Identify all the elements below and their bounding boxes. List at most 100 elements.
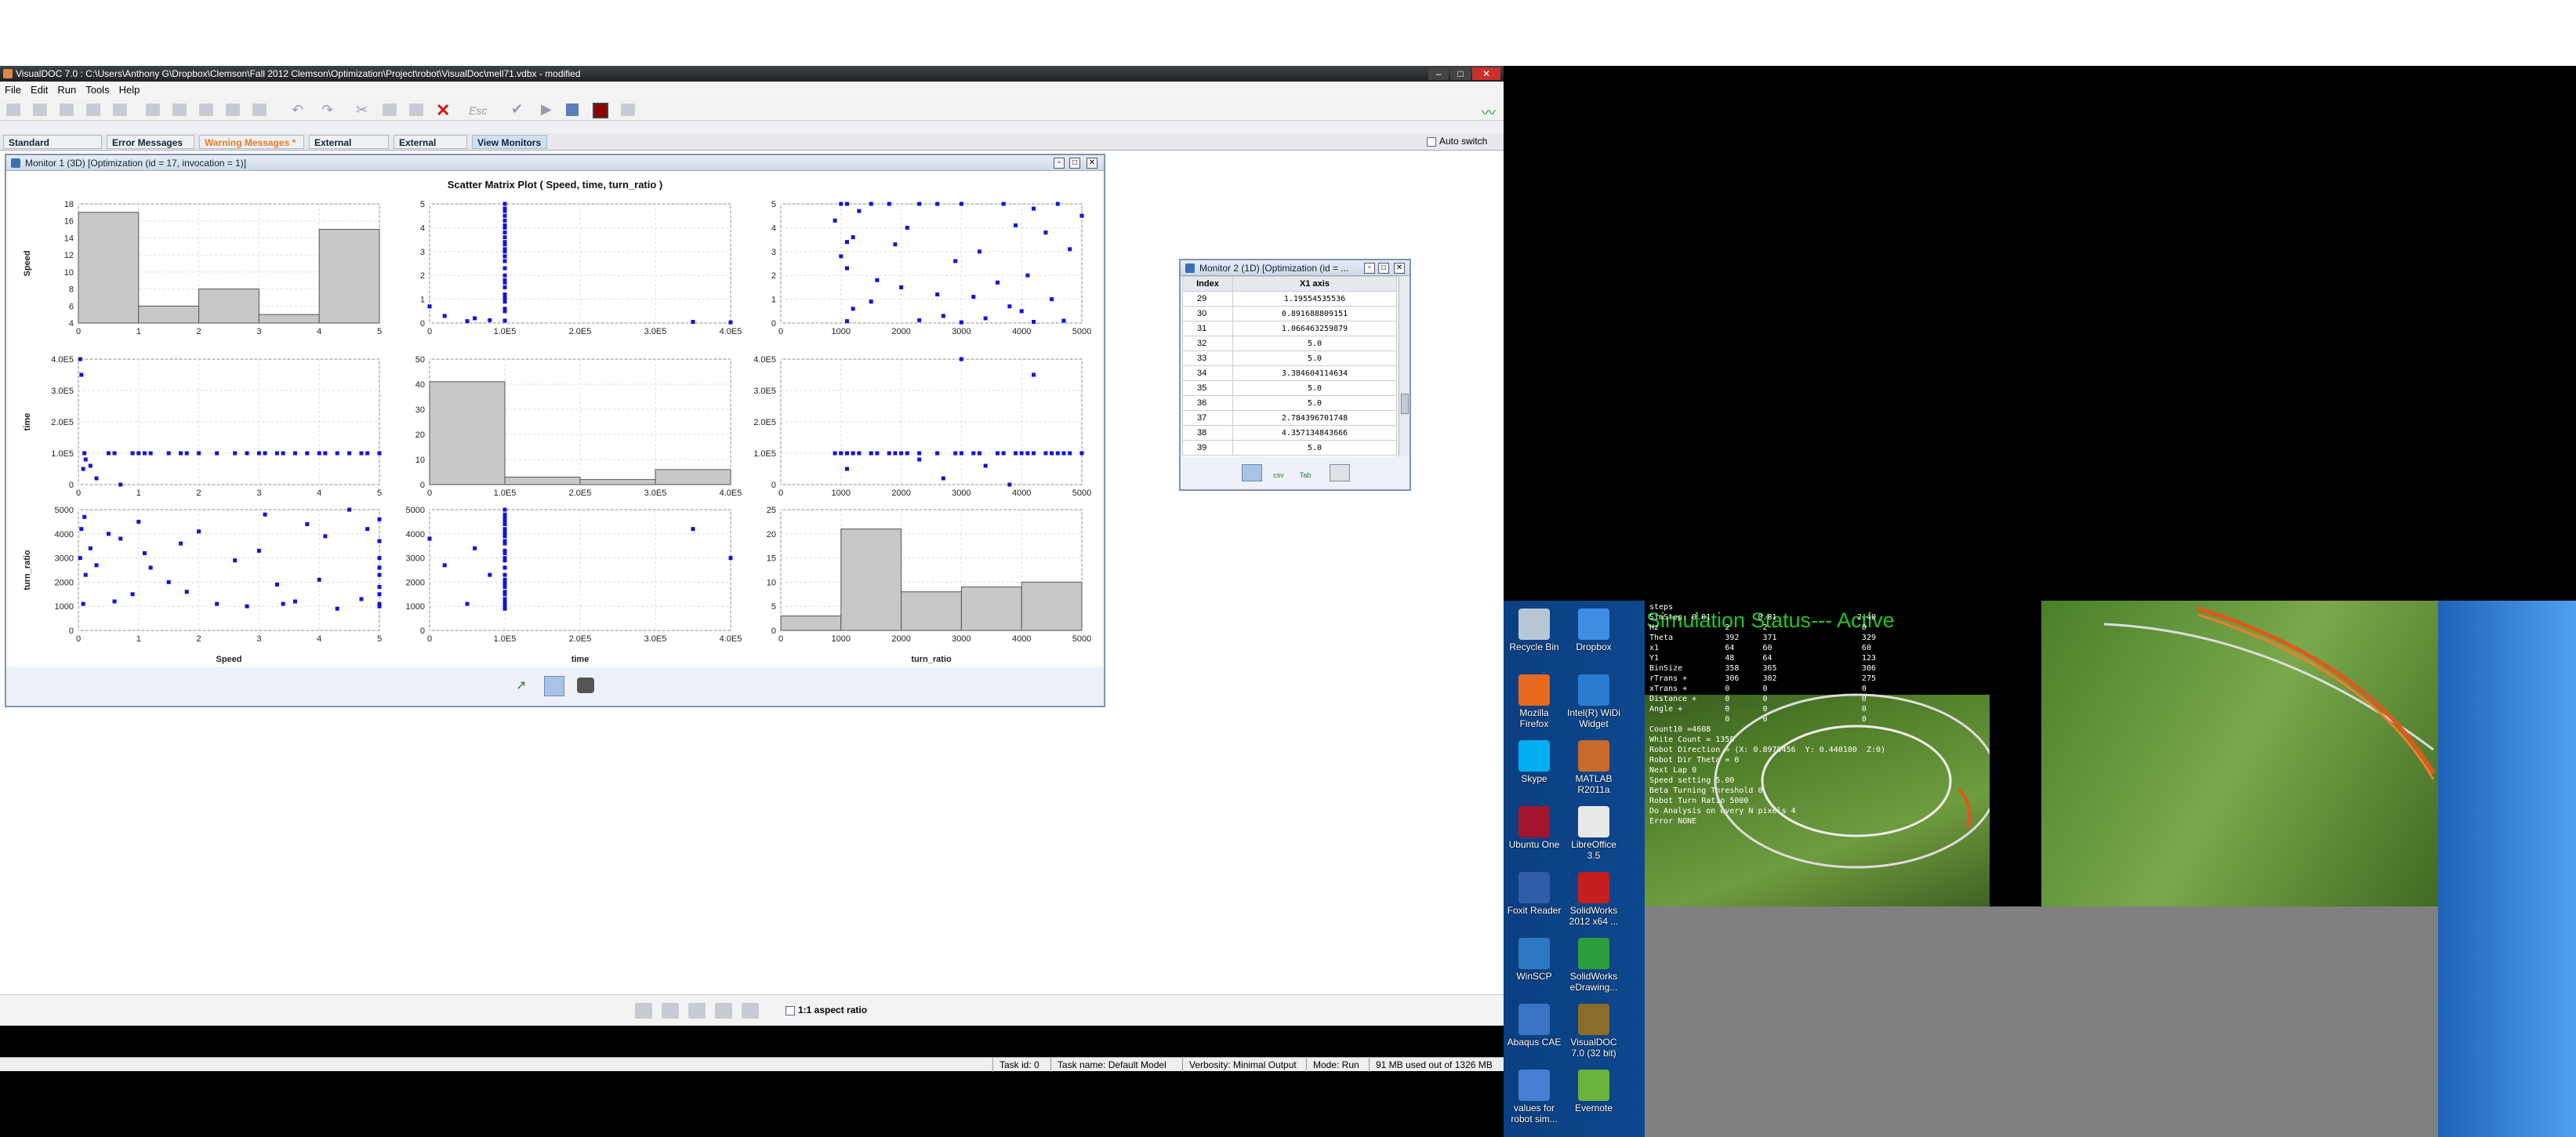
col-index-header[interactable]: Index xyxy=(1182,276,1233,292)
monitor2-minimize-button[interactable]: ▫ xyxy=(1364,263,1375,274)
monitor1-header[interactable]: Monitor 1 (3D) [Optimization (id = 17, i… xyxy=(6,155,1104,171)
table-row[interactable]: 33 5.0 xyxy=(1182,351,1397,366)
folder-icon[interactable] xyxy=(113,104,127,116)
tab-external-output[interactable]: External Output xyxy=(309,135,389,162)
monitor-wave-icon[interactable]: 〰 xyxy=(1482,102,1496,122)
desktop-icon[interactable]: VisualDOC 7.0 (32 bit) xyxy=(1565,1001,1623,1063)
auto-switch-checkbox[interactable] xyxy=(1427,137,1436,147)
menu-tools[interactable]: Tools xyxy=(81,82,114,99)
table-row[interactable]: 32 5.0 xyxy=(1182,336,1397,351)
delete-icon[interactable]: ✕ xyxy=(436,100,450,121)
desktop-icon[interactable]: Foxit Reader xyxy=(1505,869,1563,932)
app-shortcut-icon xyxy=(1518,872,1550,903)
export-csv-button[interactable]: csv xyxy=(1268,464,1289,481)
edit-chart-icon[interactable] xyxy=(715,1003,732,1019)
export-icon[interactable] xyxy=(172,104,187,116)
data-point xyxy=(503,259,507,263)
minimize-button[interactable]: – xyxy=(1428,67,1449,80)
menu-file[interactable]: File xyxy=(0,82,26,99)
desktop-icon[interactable]: SolidWorks eDrawing... xyxy=(1565,935,1623,997)
print-icon[interactable] xyxy=(252,104,267,116)
pause-icon[interactable] xyxy=(566,104,579,116)
close-button[interactable]: ✕ xyxy=(1472,67,1500,80)
cut-icon[interactable]: ✂ xyxy=(356,102,368,118)
scroll-thumb[interactable] xyxy=(1401,394,1409,414)
desktop-icon[interactable]: LibreOffice 3.5 xyxy=(1565,803,1623,866)
menu-edit[interactable]: Edit xyxy=(26,82,53,99)
monitor1-minimize-button[interactable]: ▫ xyxy=(1054,158,1065,169)
table-row[interactable]: 35 5.0 xyxy=(1182,380,1397,396)
desktop-icon[interactable]: Intel(R) WiDi Widget xyxy=(1565,671,1623,734)
monitor1-maximize-button[interactable]: □ xyxy=(1069,158,1080,169)
status-task-name: Task name: Default Model xyxy=(1050,1058,1173,1072)
tab-view-monitors[interactable]: View Monitors xyxy=(472,135,547,149)
table-row[interactable]: 39 5.0 xyxy=(1182,440,1397,456)
monitor2-header[interactable]: Monitor 2 (1D) [Optimization (id = ... xyxy=(1181,260,1410,276)
table-row[interactable]: 34 3.384604114634 xyxy=(1182,365,1397,381)
save-icon[interactable] xyxy=(60,104,74,116)
data-point xyxy=(1019,309,1024,314)
table-row[interactable]: 29 1.19554535536 xyxy=(1182,291,1397,307)
copy-icon[interactable] xyxy=(383,104,397,116)
tile-icon[interactable] xyxy=(662,1003,679,1019)
document-icon[interactable] xyxy=(199,104,213,116)
desktop-icon[interactable]: MATLAB R2011a xyxy=(1565,737,1623,800)
maximize-button[interactable]: □ xyxy=(1450,67,1471,80)
desktop-icon[interactable]: Recycle Bin xyxy=(1505,605,1563,668)
monitor2-maximize-button[interactable]: □ xyxy=(1378,263,1389,274)
pen-icon[interactable] xyxy=(688,1003,706,1019)
table-row[interactable]: 36 5.0 xyxy=(1182,395,1397,411)
redo-icon[interactable]: ↷ xyxy=(321,102,333,118)
tab-standard-messages[interactable]: Standard Messages xyxy=(3,135,102,162)
desktop-icon[interactable]: Evernote xyxy=(1565,1066,1623,1129)
folder2-icon[interactable] xyxy=(226,104,240,116)
tab-warning-messages[interactable]: Warning Messages * xyxy=(199,135,304,149)
desktop-icon[interactable]: Ubuntu One xyxy=(1505,803,1563,866)
desktop-icon[interactable]: Dropbox xyxy=(1565,605,1623,668)
check-icon[interactable]: ✔ xyxy=(511,101,523,118)
y-tick-label: 40 xyxy=(415,380,425,390)
histogram-bar xyxy=(138,305,200,324)
step-icon[interactable] xyxy=(621,104,635,116)
save-as-icon[interactable] xyxy=(86,104,100,116)
menu-run[interactable]: Run xyxy=(53,82,81,99)
aspect-ratio-checkbox[interactable] xyxy=(785,1006,795,1015)
y-tick-label: 3.0E5 xyxy=(753,387,776,396)
grid-icon[interactable] xyxy=(544,676,564,696)
desktop-icon[interactable]: Abaqus CAE xyxy=(1505,1001,1563,1063)
monitor2-scrollbar[interactable] xyxy=(1399,276,1410,456)
new-icon[interactable] xyxy=(6,104,20,116)
stop-icon[interactable] xyxy=(593,103,608,118)
export-tab-button[interactable]: Tab xyxy=(1295,464,1315,481)
arrange-icon[interactable] xyxy=(742,1003,759,1019)
table-row[interactable]: 37 2.784396701748 xyxy=(1182,410,1397,426)
desktop-icon[interactable]: SolidWorks 2012 x64 ... xyxy=(1565,869,1623,932)
col-value-header[interactable]: X1 axis xyxy=(1232,276,1397,292)
paste-icon[interactable] xyxy=(409,104,423,116)
monitor2-table-area: Index X1 axis 29 1.19554535536 30 0.8916888… xyxy=(1182,276,1397,456)
monitor2-close-button[interactable]: ✕ xyxy=(1394,263,1405,274)
monitor1-close-button[interactable]: ✕ xyxy=(1087,158,1098,169)
table-row[interactable]: 31 1.066463259879 xyxy=(1182,321,1397,336)
zoom-icon[interactable]: ↗ xyxy=(516,677,533,695)
import-icon[interactable] xyxy=(146,104,160,116)
camera-icon[interactable] xyxy=(577,677,594,693)
desktop-icon[interactable]: Skype xyxy=(1505,737,1563,800)
menu-help[interactable]: Help xyxy=(114,82,145,99)
run-icon[interactable]: ▶ xyxy=(541,101,552,118)
tab-error-messages[interactable]: Error Messages xyxy=(107,135,194,149)
tab-external-error[interactable]: External Error xyxy=(394,135,467,162)
table-view-icon[interactable] xyxy=(1242,464,1262,481)
table-row[interactable]: 30 0.891688809151 xyxy=(1182,306,1397,321)
cascade-icon[interactable] xyxy=(635,1003,652,1019)
esc-button[interactable]: Esc xyxy=(469,104,487,117)
open-icon[interactable] xyxy=(33,104,47,116)
desktop-icon[interactable]: Mozilla Firefox xyxy=(1505,671,1563,734)
data-point xyxy=(503,556,507,561)
desktop-icon[interactable]: WinSCP xyxy=(1505,935,1563,997)
table-row[interactable]: 38 4.357134843666 xyxy=(1182,425,1397,441)
desktop-icon[interactable]: values for robot sim... xyxy=(1505,1066,1563,1129)
list-icon[interactable] xyxy=(1330,464,1350,481)
x-tick-label: 0 xyxy=(76,489,81,498)
undo-icon[interactable]: ↶ xyxy=(292,102,303,118)
